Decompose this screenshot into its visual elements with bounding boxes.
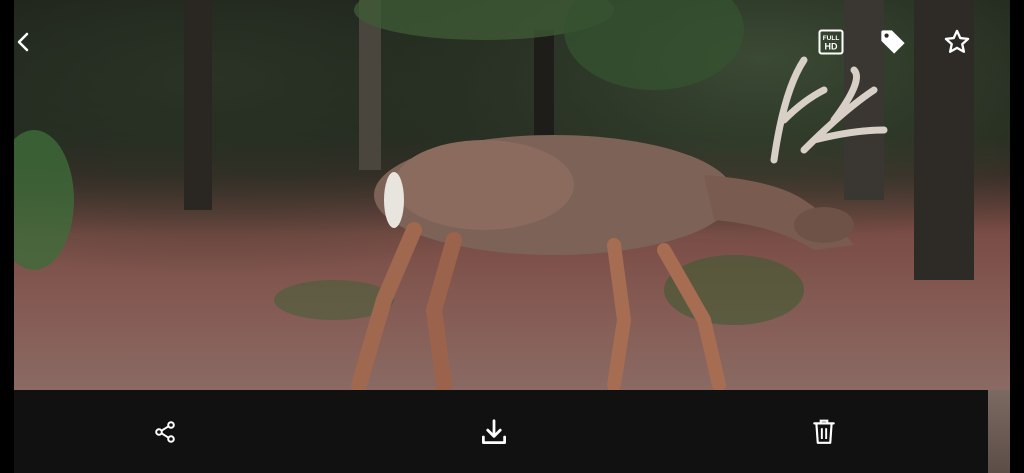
download-button[interactable] xyxy=(474,412,514,452)
hd-text-bottom: HD xyxy=(825,42,838,52)
back-button[interactable] xyxy=(4,22,44,62)
chevron-left-icon xyxy=(17,32,29,52)
share-icon xyxy=(155,421,175,443)
photo-edge xyxy=(988,390,1010,473)
delete-button[interactable] xyxy=(804,412,844,452)
full-hd-icon: FULL HD xyxy=(818,29,844,55)
bottom-toolbar xyxy=(14,390,988,473)
tag-button[interactable] xyxy=(873,22,913,62)
top-toolbar: FULL HD xyxy=(0,0,1024,80)
tag-icon xyxy=(881,30,905,54)
download-icon xyxy=(482,419,506,444)
star-outline-icon xyxy=(944,29,970,53)
share-button[interactable] xyxy=(145,412,185,452)
favorite-button[interactable] xyxy=(937,22,977,62)
trash-icon xyxy=(813,419,835,444)
hd-quality-button[interactable]: FULL HD xyxy=(811,22,851,62)
